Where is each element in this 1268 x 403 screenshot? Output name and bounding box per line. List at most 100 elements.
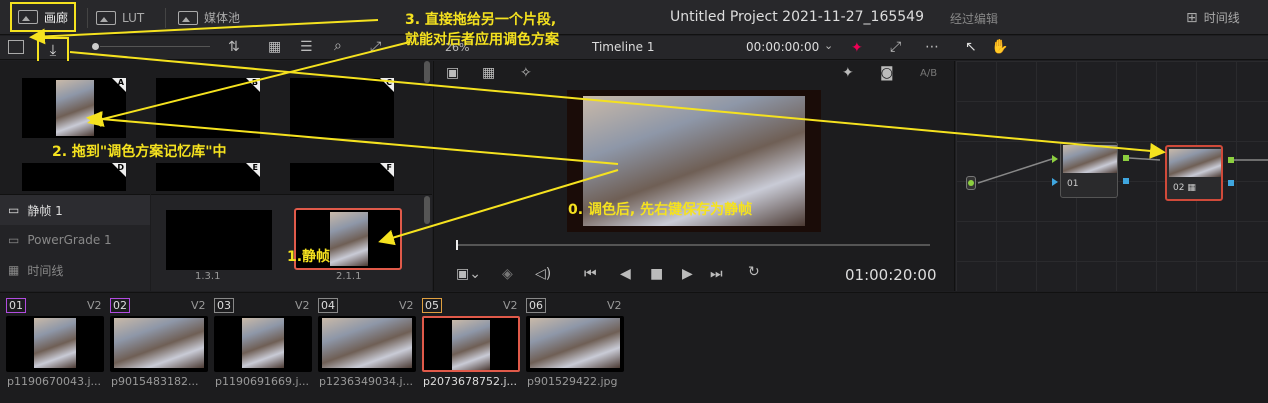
viewer-panel: ▣ ▦ ✧ ✦ ◙ A/B ▣⌄ ◈ ◁) ⏮ ◀ ■ ▶ ⏭ ↻ 01:00:… bbox=[433, 61, 955, 291]
bin-still-2-label: 2.1.1 bbox=[336, 271, 362, 282]
search-icon[interactable]: ⌕ bbox=[334, 38, 342, 54]
gallery-panel: A B C D E F ▭ 静帧 1 ▭ PowerGrade 1 ▦ 时间线 1.3… bbox=[0, 61, 432, 291]
clip-image bbox=[242, 318, 284, 368]
clip-track: V2 bbox=[295, 299, 310, 312]
clip-thumbnail[interactable] bbox=[214, 316, 312, 372]
clip-number: 03 bbox=[214, 298, 234, 313]
clip-name: p1236349034.j... bbox=[319, 375, 414, 388]
split-view-icon[interactable]: ▦ bbox=[482, 65, 495, 81]
layers-icon[interactable]: ◈ bbox=[502, 266, 513, 282]
clip-number: 01 bbox=[6, 298, 26, 313]
zoom-slider-track[interactable] bbox=[100, 46, 210, 47]
clip-number: 06 bbox=[526, 298, 546, 313]
timeline-label: 时间线 bbox=[1203, 11, 1240, 25]
chevron-down-icon[interactable]: ⌄ bbox=[824, 39, 833, 52]
still-e[interactable]: E bbox=[156, 163, 260, 191]
clip-track: V2 bbox=[503, 299, 518, 312]
album-stills-1[interactable]: ▭ 静帧 1 bbox=[0, 195, 150, 225]
annotation-step3-line2: 就能对后者应用调色方案 bbox=[405, 32, 559, 48]
album-icon: ▭ bbox=[8, 203, 20, 217]
timeline-toggle-button[interactable]: ⊞ 时间线 bbox=[1186, 0, 1240, 35]
clip-number: 05 bbox=[422, 298, 442, 313]
highlight-icon[interactable]: ✦ bbox=[851, 40, 863, 56]
gallery-button[interactable]: 画廊 bbox=[10, 2, 77, 32]
lut-label: LUT bbox=[122, 10, 145, 25]
media-pool-label: 媒体池 bbox=[204, 11, 241, 25]
still-a[interactable]: A bbox=[22, 78, 126, 138]
still-f[interactable]: F bbox=[290, 163, 394, 191]
view-mode-icon[interactable]: ▣⌄ bbox=[456, 266, 481, 282]
clip-thumbnail[interactable] bbox=[526, 316, 624, 372]
hand-tool-icon[interactable]: ✋ bbox=[991, 39, 1008, 55]
magic-wand-icon[interactable]: ✧ bbox=[520, 65, 532, 81]
media-pool-icon bbox=[178, 10, 198, 25]
project-title: Untitled Project 2021-11-27_165549 bbox=[670, 9, 924, 25]
clip-thumbnail[interactable] bbox=[110, 316, 208, 372]
play-reverse-icon[interactable]: ◀ bbox=[620, 266, 631, 282]
clip-number: 04 bbox=[318, 298, 338, 313]
current-timecode: 01:00:20:00 bbox=[845, 266, 937, 284]
still-b[interactable]: B bbox=[156, 78, 260, 138]
zoom-slider-handle[interactable] bbox=[92, 43, 99, 50]
bin-scrollbar[interactable] bbox=[424, 196, 430, 224]
skip-start-icon[interactable]: ⏮ bbox=[584, 266, 597, 282]
node-editor: 01 02 ▦ bbox=[956, 61, 1268, 291]
still-image bbox=[330, 212, 368, 266]
edited-status: 经过编辑 bbox=[950, 12, 999, 26]
still-d[interactable]: D bbox=[22, 163, 126, 191]
clip-name: p1190691669.j... bbox=[215, 375, 310, 388]
bin-still-1[interactable] bbox=[166, 210, 272, 270]
clip-name: p1190670043.j... bbox=[7, 375, 102, 388]
annotation-step3-line1: 3. 直接拖给另一个片段, bbox=[405, 12, 557, 28]
gallery-icon bbox=[18, 10, 38, 24]
stop-icon[interactable]: ■ bbox=[650, 266, 663, 282]
loop-icon[interactable]: ↻ bbox=[748, 264, 760, 280]
gallery-scrollbar[interactable] bbox=[424, 61, 430, 83]
clip-name: p901529422.jpg bbox=[527, 375, 618, 388]
clip-image bbox=[114, 318, 204, 368]
clip-name: p9015483182... bbox=[111, 375, 199, 388]
panel-toggle-icon[interactable] bbox=[8, 40, 24, 54]
clip-track: V2 bbox=[87, 299, 102, 312]
clip-number: 02 bbox=[110, 298, 130, 313]
timeline-icon: ⊞ bbox=[1186, 9, 1198, 26]
clip-thumbnail[interactable] bbox=[422, 316, 520, 372]
clip-image bbox=[34, 318, 76, 368]
annotation-step0: 0. 调色后, 先右键保存为静帧 bbox=[568, 202, 753, 218]
clip-image bbox=[530, 318, 620, 368]
grid-view-icon[interactable]: ▦ bbox=[268, 39, 281, 55]
bin-still-1-label: 1.3.1 bbox=[195, 271, 221, 282]
album-powergrade-1[interactable]: ▭ PowerGrade 1 bbox=[0, 225, 150, 255]
timeline-selector[interactable]: Timeline 1 bbox=[592, 40, 654, 54]
pointer-tool-icon[interactable]: ↖ bbox=[965, 39, 977, 55]
playhead[interactable] bbox=[456, 240, 458, 250]
skip-end-icon[interactable]: ⏭ bbox=[710, 266, 723, 282]
sparkle-icon[interactable]: ✦ bbox=[842, 65, 854, 81]
clip-thumbnail[interactable] bbox=[318, 316, 416, 372]
gallery-label: 画廊 bbox=[44, 10, 69, 25]
camera-icon[interactable]: ◙ bbox=[880, 65, 894, 81]
clip-track: V2 bbox=[607, 299, 622, 312]
volume-icon[interactable]: ◁) bbox=[535, 266, 551, 282]
annotation-step1: 1.静帧 bbox=[287, 249, 331, 265]
play-icon[interactable]: ▶ bbox=[682, 266, 693, 282]
top-bar: 画廊 LUT 媒体池 Untitled Project 2021-11-27_1… bbox=[0, 0, 1268, 35]
still-c[interactable]: C bbox=[290, 78, 394, 138]
media-pool-button[interactable]: 媒体池 bbox=[178, 0, 240, 35]
lut-button[interactable]: LUT bbox=[96, 0, 144, 35]
expand-icon[interactable]: ⤢ bbox=[370, 39, 381, 55]
album-timeline[interactable]: ▦ 时间线 bbox=[0, 255, 150, 285]
more-options-icon[interactable]: ⋯ bbox=[925, 39, 939, 55]
clip-thumbnail[interactable] bbox=[6, 316, 104, 372]
clip-track: V2 bbox=[399, 299, 414, 312]
lut-icon bbox=[96, 10, 116, 25]
single-view-icon[interactable]: ▣ bbox=[446, 65, 459, 81]
scrubber-track[interactable] bbox=[456, 244, 930, 246]
sort-icon[interactable]: ⇅ bbox=[228, 39, 240, 55]
fullscreen-icon[interactable]: ⤢ bbox=[890, 39, 901, 55]
clip-name: p2073678752.j... bbox=[423, 375, 518, 388]
list-view-icon[interactable]: ☰ bbox=[300, 39, 313, 55]
ab-compare[interactable]: A/B bbox=[920, 68, 937, 79]
node-toolbar: ↖ ✋ bbox=[955, 36, 1268, 60]
node-connections bbox=[977, 157, 1268, 184]
